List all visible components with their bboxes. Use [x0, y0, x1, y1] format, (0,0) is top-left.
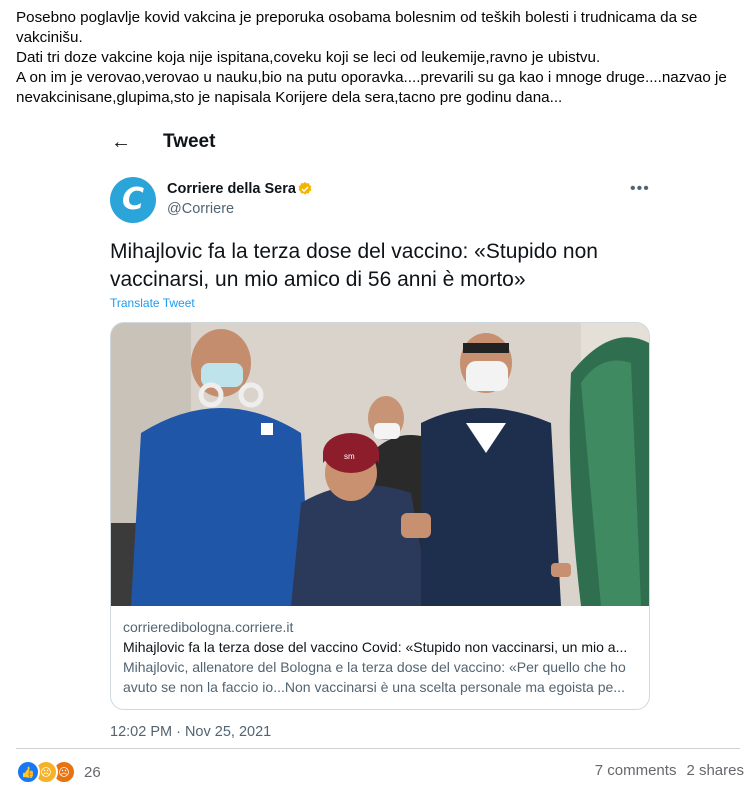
post-text: Posebno poglavlje kovid vakcina je prepo… — [16, 8, 744, 108]
author-name[interactable]: Corriere della Sera — [167, 181, 296, 197]
tweet-timestamp[interactable]: 12:02 PM · Nov 25, 2021 — [110, 724, 271, 740]
divider — [16, 748, 740, 749]
card-photo: sm — [111, 323, 649, 606]
more-options-icon[interactable]: ••• — [630, 180, 650, 198]
reaction-count[interactable]: 26 — [84, 764, 101, 781]
tweet-text: Mihajlovic fa la terza dose del vaccino:… — [110, 240, 598, 291]
verified-badge-icon — [298, 182, 312, 195]
comments-count[interactable]: 7 comments — [595, 762, 677, 779]
like-reaction-icon: 👍 — [16, 760, 40, 784]
post-paragraph-2: Dati tri doze vakcine koja nije ispitana… — [16, 49, 601, 66]
card-meta: corrieredibologna.corriere.it Mihajlovic… — [123, 617, 639, 697]
translate-tweet-link[interactable]: Translate Tweet — [110, 296, 195, 310]
post-paragraph-3: A on im je verovao,verovao u nauku,bio n… — [16, 69, 727, 106]
card-image: sm — [111, 323, 649, 606]
tweet-header-title: Tweet — [163, 131, 216, 152]
reactions-bar[interactable]: 👍 ☹ ☹ 26 — [16, 760, 101, 784]
card-title[interactable]: Mihajlovic fa la terza dose del vaccino … — [123, 637, 639, 657]
avatar-logo: C — [121, 182, 145, 217]
tweet-header: ← Tweet — [111, 128, 215, 156]
post-paragraph-1: Posebno poglavlje kovid vakcina je prepo… — [16, 9, 698, 46]
arrow-left-icon[interactable]: ← — [111, 131, 163, 154]
avatar[interactable]: C — [110, 177, 156, 223]
shares-count[interactable]: 2 shares — [686, 762, 744, 779]
post-stats: 7 comments 2 shares — [595, 762, 744, 779]
card-domain: corrieredibologna.corriere.it — [123, 619, 294, 635]
author-handle[interactable]: @Corriere — [167, 201, 234, 217]
card-description: Mihajlovic, allenatore del Bologna e la … — [123, 659, 626, 695]
cap-logo: sm — [344, 452, 355, 461]
link-card[interactable]: sm corrieredibologna.corriere.it Mihajlo… — [110, 322, 650, 710]
